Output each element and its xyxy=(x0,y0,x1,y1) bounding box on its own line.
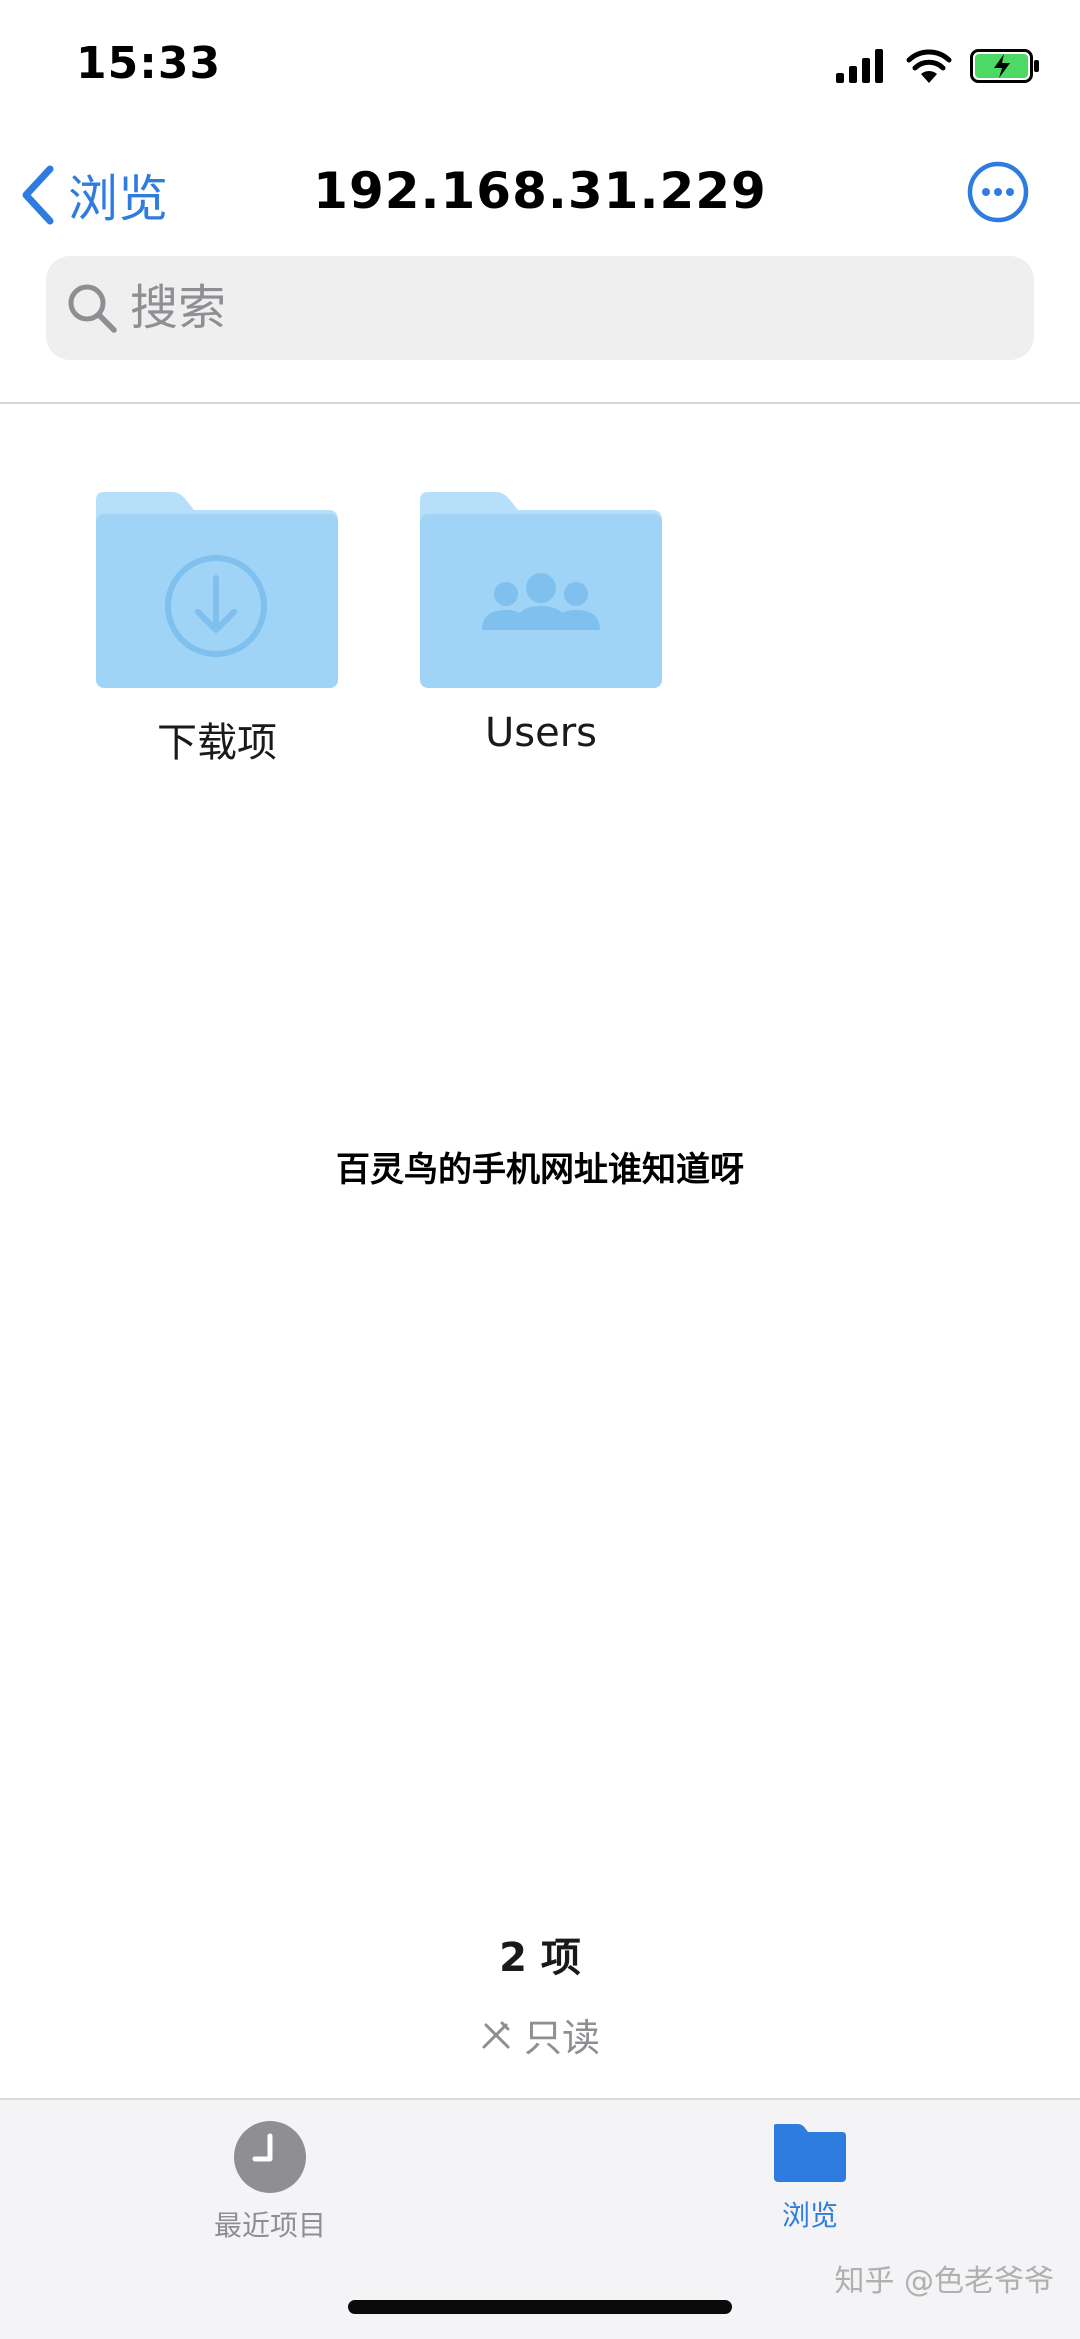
source-watermark: 知乎 @色老爷爷 xyxy=(834,2264,1054,2299)
signal-icon xyxy=(836,49,883,83)
wifi-icon xyxy=(906,49,952,83)
readonly-label: 只读 xyxy=(523,2016,600,2060)
folder-item-users[interactable]: Users xyxy=(418,490,664,756)
folder-label: 下载项 xyxy=(157,720,277,766)
tab-browse[interactable]: 浏览 xyxy=(690,2120,930,2234)
overlay-caption: 百灵鸟的手机网址谁知道呀 xyxy=(336,1150,744,1190)
battery-charging-icon xyxy=(970,49,1039,83)
search-input[interactable] xyxy=(130,276,1010,340)
folder-icon xyxy=(774,2124,846,2182)
tab-recents[interactable]: 最近项目 xyxy=(150,2120,390,2244)
search-bar[interactable] xyxy=(46,256,1034,360)
status-icons xyxy=(836,44,1040,88)
navigation-bar: 浏览 192.168.31.229 xyxy=(0,140,1080,250)
no-edit-icon xyxy=(482,2021,510,2048)
readonly-indicator: 只读 xyxy=(0,2007,1080,2062)
home-indicator[interactable] xyxy=(348,2300,732,2314)
clock-icon xyxy=(234,2121,306,2193)
search-icon xyxy=(68,284,117,333)
folder-summary: 2 项 只读 xyxy=(0,1925,1080,2062)
folder-item-downloads[interactable]: 下载项 xyxy=(94,490,340,768)
folder-users-icon xyxy=(420,492,662,688)
tab-label: 浏览 xyxy=(781,2199,838,2232)
folder-label: Users xyxy=(484,710,597,756)
status-bar: 15:33 xyxy=(0,0,1080,130)
more-options-button[interactable] xyxy=(966,160,1030,224)
status-time: 15:33 xyxy=(76,38,222,89)
item-count: 2 项 xyxy=(499,1935,581,1981)
ellipsis-circle-icon xyxy=(967,161,1029,223)
folder-download-icon xyxy=(96,492,338,688)
page-title: 192.168.31.229 xyxy=(313,162,767,220)
divider xyxy=(0,402,1080,404)
tab-label: 最近项目 xyxy=(213,2209,326,2242)
